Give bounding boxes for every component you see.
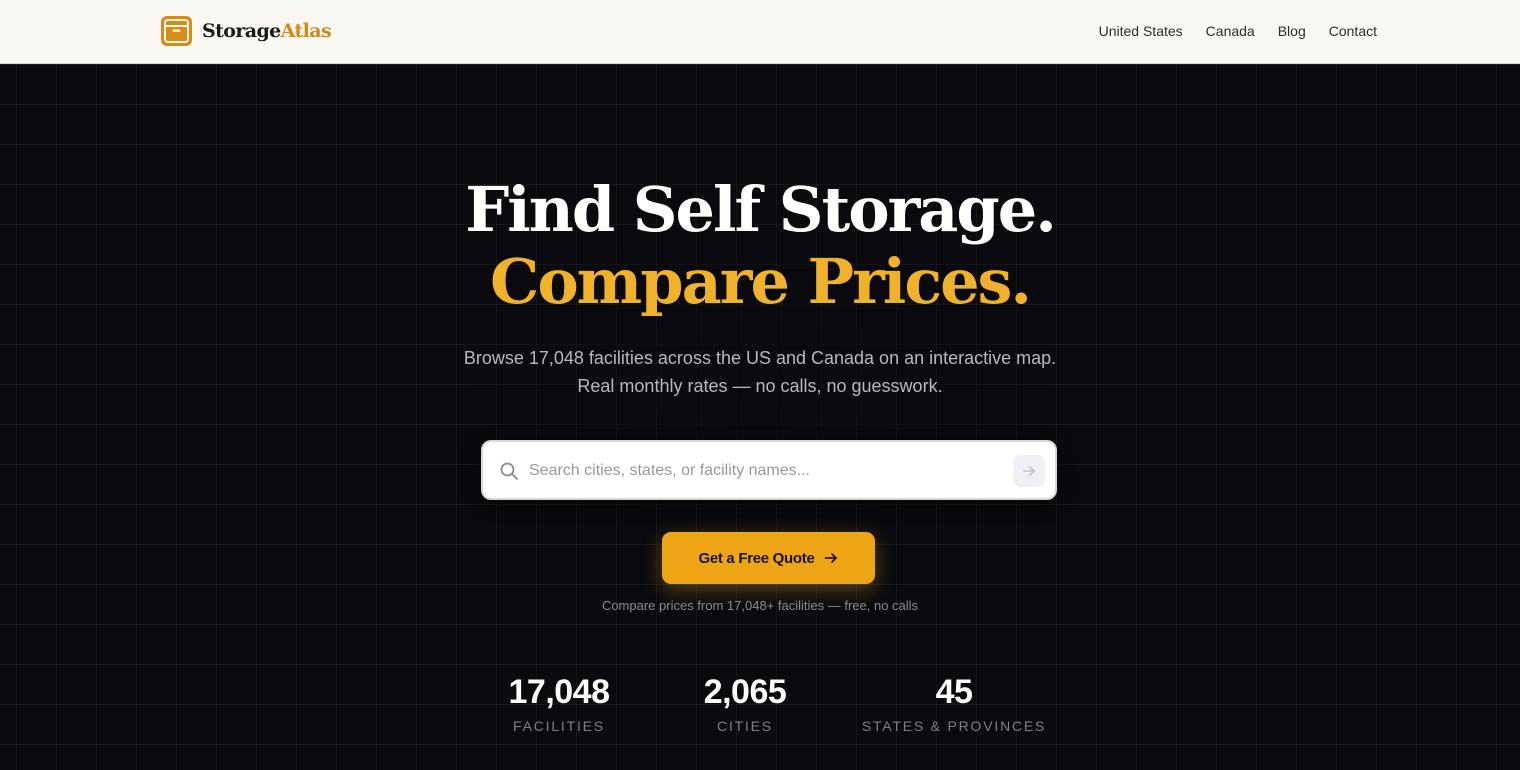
main-nav: United States Canada Blog Contact [1099,22,1377,40]
stat-label: CITIES [717,718,773,734]
stat-cities: 2,065 CITIES [665,672,825,735]
stat-label: STATES & PROVINCES [861,718,1047,734]
search-bar [481,440,1057,500]
hero-section [0,64,1520,770]
stat-value: 17,048 [508,673,611,711]
get-quote-button-label: Get a Free Quote [698,549,815,567]
search-icon [500,462,518,480]
hero-headline-line2: Compare Prices. [489,245,1032,318]
arrow-right-icon [1023,466,1035,476]
hero-subtitle-line1: Browse 17,048 facilities across the US a… [463,348,1057,368]
stat-value: 2,065 [703,673,787,711]
stat-label: FACILITIES [513,718,605,734]
arrow-right-icon [824,553,837,563]
site-header: StorageAtlas United States Canada Blog C… [0,0,1520,64]
cta-note: Compare prices from 17,048+ facilities —… [601,598,919,613]
get-quote-button[interactable]: Get a Free Quote [662,532,875,584]
search-input[interactable] [529,456,999,486]
nav-link-contact[interactable]: Contact [1329,22,1377,40]
brand-name: StorageAtlas [202,19,332,42]
brand-name-part1: Storage [202,19,281,42]
search-submit-button[interactable] [1013,455,1045,487]
nav-link-blog[interactable]: Blog [1278,22,1306,40]
hero-headline-line1: Find Self Storage. [465,173,1057,246]
storage-box-icon [161,16,192,46]
stat-facilities: 17,048 FACILITIES [479,672,639,735]
nav-link-united-states[interactable]: United States [1099,22,1183,40]
nav-link-canada[interactable]: Canada [1206,22,1255,40]
stat-value: 45 [935,673,973,711]
hero-subtitle-line2: Real monthly rates — no calls, no guessw… [577,376,943,396]
brand-name-part2: Atlas [280,19,332,42]
brand-logo-link[interactable]: StorageAtlas [160,15,332,47]
stat-states-provinces: 45 STATES & PROVINCES [854,672,1054,735]
